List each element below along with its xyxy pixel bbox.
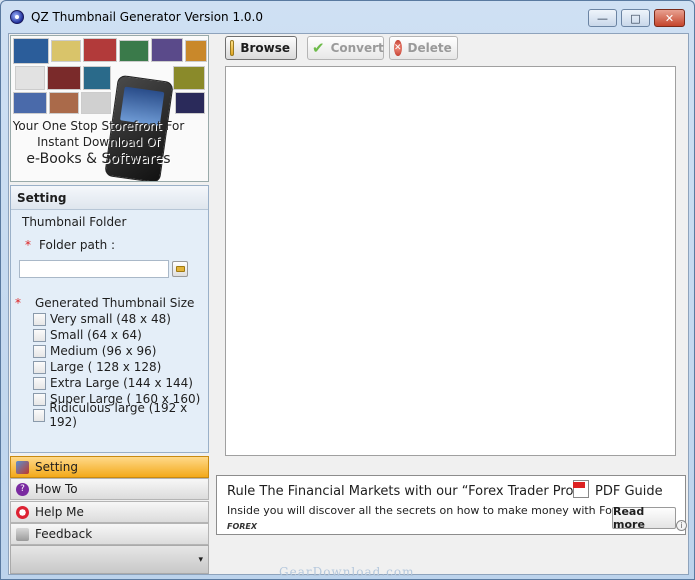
required-marker: * — [25, 238, 31, 252]
banner-text-line2: Instant Download Of — [37, 135, 160, 149]
checkbox[interactable] — [33, 360, 46, 374]
required-marker-size: * — [15, 296, 21, 310]
thumbnail-preview-area[interactable] — [225, 66, 676, 456]
nav-overflow-bar[interactable]: ▾ — [10, 545, 209, 574]
app-icon — [10, 10, 24, 24]
checkbox[interactable] — [33, 312, 46, 326]
convert-button-label: Convert — [330, 41, 384, 55]
ad-banner[interactable]: Rule The Financial Markets with our “For… — [216, 475, 687, 535]
ad-pdf-guide: PDF Guide — [595, 484, 663, 499]
folder-icon — [175, 266, 185, 272]
browse-button-label: Browse — [240, 41, 290, 55]
chevron-down-icon[interactable]: ▾ — [198, 555, 203, 565]
delete-button[interactable]: ✕ Delete — [389, 36, 458, 60]
forex-logo: FOREX — [227, 522, 258, 531]
app-window: QZ Thumbnail Generator Version 1.0.0 — □… — [0, 0, 695, 580]
pencil-icon — [16, 460, 29, 474]
question-icon: ? — [16, 482, 29, 496]
setting-panel: Setting Thumbnail Folder * Folder path :… — [10, 185, 209, 453]
checkbox[interactable] — [33, 376, 46, 390]
thumbnail-size-label: Generated Thumbnail Size — [35, 296, 195, 310]
nav-item-help-me[interactable]: Help Me — [10, 501, 209, 523]
ad-body: Inside you will discover all the secrets… — [227, 504, 633, 517]
nav-item-feedback[interactable]: Feedback — [10, 523, 209, 545]
size-option-label: Ridiculous large (192 x 192) — [49, 401, 188, 429]
delete-icon: ✕ — [394, 40, 402, 56]
size-option-large[interactable]: Large ( 128 x 128) — [33, 359, 161, 375]
banner-text-line1: Your One Stop Storefront For — [12, 119, 185, 133]
nav-item-label: Setting — [35, 460, 78, 474]
size-option-extra-large[interactable]: Extra Large (144 x 144) — [33, 375, 193, 391]
nav-item-setting[interactable]: Setting — [10, 456, 209, 478]
ad-title: Rule The Financial Markets with our “For… — [227, 484, 580, 499]
pdf-icon — [573, 480, 589, 498]
promo-banner[interactable]: Your One Stop Storefront For Instant Dow… — [10, 35, 209, 182]
convert-button[interactable]: ✔ Convert — [307, 36, 384, 60]
nav-item-label: How To — [35, 482, 78, 496]
checkbox[interactable] — [33, 408, 46, 422]
nav-item-label: Help Me — [35, 505, 84, 519]
browse-folder-button[interactable] — [172, 261, 188, 277]
size-option-label: Medium (96 x 96) — [50, 344, 157, 358]
size-option-medium[interactable]: Medium (96 x 96) — [33, 343, 156, 359]
checkbox[interactable] — [33, 328, 46, 342]
ebook-thumbnails-image — [13, 38, 207, 116]
size-option-label: Large ( 128 x 128) — [50, 360, 162, 374]
folder-path-label: Folder path : — [39, 238, 116, 252]
nav-item-how-to[interactable]: ? How To — [10, 478, 209, 500]
checkmark-icon: ✔ — [312, 39, 325, 57]
nav-item-label: Feedback — [35, 527, 93, 541]
folder-upload-icon — [230, 40, 235, 56]
client-area: Your One Stop Storefront For Instant Dow… — [8, 33, 689, 575]
thumbnail-folder-label: Thumbnail Folder — [22, 215, 127, 229]
title-bar[interactable]: QZ Thumbnail Generator Version 1.0.0 — □… — [1, 1, 694, 33]
minimize-button[interactable]: — — [588, 9, 617, 27]
size-option-label: Very small (48 x 48) — [50, 312, 171, 326]
checkbox[interactable] — [33, 344, 46, 358]
banner-text-line3: e-Books & Softwares — [26, 151, 171, 167]
window-title: QZ Thumbnail Generator Version 1.0.0 — [31, 10, 263, 24]
size-option-label: Small (64 x 64) — [50, 328, 142, 342]
maximize-button[interactable]: □ — [621, 9, 650, 27]
size-option-label: Extra Large (144 x 144) — [50, 376, 193, 390]
lifebuoy-icon — [16, 505, 29, 519]
folder-path-input[interactable] — [19, 260, 169, 278]
checkbox[interactable] — [33, 392, 46, 406]
size-option-very-small[interactable]: Very small (48 x 48) — [33, 311, 171, 327]
read-more-button[interactable]: Read more — [612, 505, 676, 531]
size-option-small[interactable]: Small (64 x 64) — [33, 327, 142, 343]
setting-header: Setting — [11, 186, 208, 210]
feedback-icon — [16, 527, 29, 541]
browse-button[interactable]: Browse — [225, 36, 297, 60]
info-icon[interactable]: i — [676, 520, 687, 531]
close-button[interactable]: ✕ — [654, 9, 685, 27]
watermark: GearDownload.com — [279, 565, 415, 579]
delete-button-label: Delete — [407, 41, 452, 55]
size-option-ridiculous-large[interactable]: Ridiculous large (192 x 192) — [33, 401, 208, 429]
